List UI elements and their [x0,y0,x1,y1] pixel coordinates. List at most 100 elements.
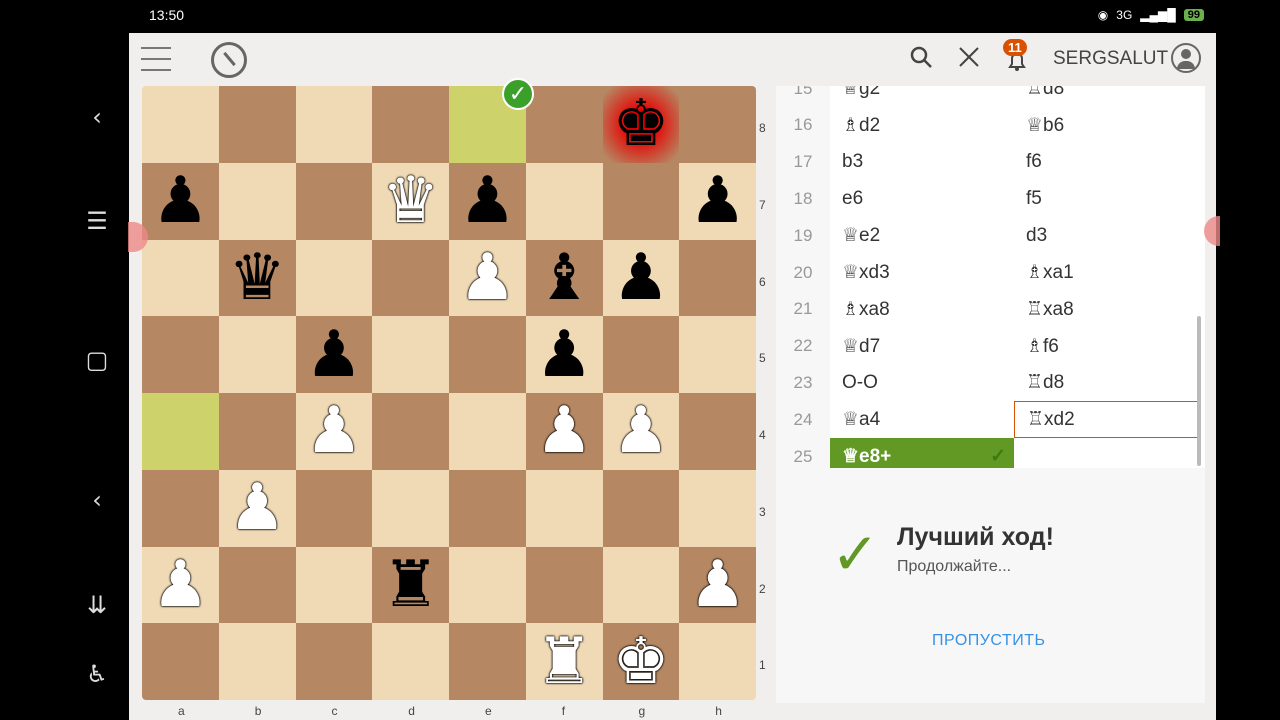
square-a7[interactable]: ♟ [142,162,219,240]
square-a1[interactable] [142,623,219,700]
square-g3[interactable] [602,469,680,547]
square-b1[interactable] [218,623,296,700]
square-e6[interactable]: ♟ [449,239,526,317]
square-f6[interactable]: ♝ [525,239,603,317]
black-move[interactable]: d3 [1014,217,1198,254]
square-d8[interactable] [372,86,449,163]
black-move[interactable]: ♕b6 [1014,107,1198,144]
square-f7[interactable] [525,162,603,240]
square-c6[interactable] [295,239,373,317]
square-g8[interactable]: ♚ [602,86,680,163]
white-pawn-icon[interactable]: ♟ [152,553,209,617]
white-move[interactable]: ♕d7 [830,328,1014,365]
white-pawn-icon[interactable]: ♟ [305,399,362,463]
square-e2[interactable] [449,546,526,624]
square-d2[interactable]: ♜ [372,546,449,624]
square-h7[interactable]: ♟ [679,162,756,240]
square-c8[interactable] [295,86,373,163]
menu-icon[interactable]: ☰ [80,204,114,238]
black-pawn-icon[interactable]: ♟ [152,169,209,233]
black-pawn-icon[interactable]: ♟ [459,169,516,233]
chess-board[interactable]: ♚ ♟ ♛ ♟ ♟ ♛ ♟ ♝ ♟ ♟ ♟ ♟ ♟ ♟ ♟ ♟ ♜ ♟ ♜ ♚ [142,86,756,700]
square-b6[interactable]: ♛ [218,239,296,317]
black-move[interactable]: ♗xa1 [1014,254,1198,291]
black-move[interactable]: ♖d8 [1014,86,1198,107]
square-e4[interactable] [449,393,526,470]
black-pawn-icon[interactable]: ♟ [612,246,669,310]
white-pawn-icon[interactable]: ♟ [612,399,669,463]
white-move[interactable]: e6 [830,180,1014,217]
white-pawn-icon[interactable]: ♟ [459,246,516,310]
square-c3[interactable] [295,469,373,547]
square-a3[interactable] [142,469,219,547]
square-e7[interactable]: ♟ [449,162,526,240]
square-h8[interactable] [679,86,756,163]
square-h4[interactable] [679,393,756,470]
square-a5[interactable] [142,316,219,393]
white-move[interactable]: ♕g2 [830,86,1014,107]
white-move[interactable]: ♗d2 [830,107,1014,144]
white-move[interactable]: ♕xd3 [830,254,1014,291]
square-b5[interactable] [218,316,296,393]
square-b7[interactable] [218,162,296,240]
accessibility-icon[interactable]: ♿ [80,657,114,691]
white-move[interactable]: b3 [830,144,1014,181]
square-b8[interactable] [218,86,296,163]
white-move[interactable]: ♕e8+ ✓ [830,438,1014,468]
black-move[interactable]: ♖xd2 [1014,401,1198,439]
white-rook-icon[interactable]: ♜ [535,630,592,694]
black-move[interactable]: ♗f6 [1014,328,1198,365]
scrollbar[interactable] [1197,316,1201,466]
square-d1[interactable] [372,623,449,700]
back-arrow-icon[interactable]: ‹ [80,483,114,517]
black-king-icon[interactable]: ♚ [612,92,669,156]
square-d6[interactable] [372,239,449,317]
square-d7[interactable]: ♛ [372,162,449,240]
square-f4[interactable]: ♟ [525,393,603,470]
black-move[interactable]: ♖xa8 [1014,291,1198,328]
swords-icon[interactable] [957,45,981,75]
square-e5[interactable] [449,316,526,393]
white-pawn-icon[interactable]: ♟ [689,553,746,617]
white-pawn-icon[interactable]: ♟ [535,399,592,463]
black-pawn-icon[interactable]: ♟ [689,169,746,233]
square-c4[interactable]: ♟ [295,393,373,470]
square-g5[interactable] [602,316,680,393]
square-h2[interactable]: ♟ [679,546,756,624]
square-f2[interactable] [525,546,603,624]
black-bishop-icon[interactable]: ♝ [535,246,592,310]
black-move[interactable]: f5 [1014,180,1198,217]
home-icon[interactable]: ▢ [80,343,114,377]
square-g6[interactable]: ♟ [602,239,680,317]
square-f3[interactable] [525,469,603,547]
hamburger-menu-icon[interactable] [141,47,171,71]
square-a6[interactable] [142,239,219,317]
white-move[interactable]: ♕e2 [830,217,1014,254]
square-h5[interactable] [679,316,756,393]
username[interactable]: SERGSALUT [1053,48,1168,70]
moves-list[interactable]: 15 ♕g2 ♖d8 16 ♗d2 ♕b6 17 b3 f6 18 e6 f5 19 ♕e2 d3 20 ♕xd… [776,86,1205,468]
square-e1[interactable] [449,623,526,700]
square-g2[interactable] [602,546,680,624]
download-icon[interactable]: ⇊ [80,588,114,622]
square-d4[interactable] [372,393,449,470]
black-rook-icon[interactable]: ♜ [382,553,439,617]
square-g1[interactable]: ♚ [602,623,680,700]
white-move[interactable]: O-O [830,364,1014,401]
square-c1[interactable] [295,623,373,700]
white-pawn-icon[interactable]: ♟ [228,476,285,540]
square-g4[interactable]: ♟ [602,393,680,470]
square-b2[interactable] [218,546,296,624]
black-pawn-icon[interactable]: ♟ [305,323,362,387]
white-move[interactable]: ♕a4 [830,401,1014,438]
square-h1[interactable] [679,623,756,700]
square-d5[interactable] [372,316,449,393]
square-a4[interactable] [142,393,219,470]
back-icon[interactable]: ‹ [80,100,114,134]
square-c7[interactable] [295,162,373,240]
square-d3[interactable] [372,469,449,547]
square-c5[interactable]: ♟ [295,316,373,393]
square-f8[interactable] [525,86,603,163]
black-pawn-icon[interactable]: ♟ [535,323,592,387]
white-queen-icon[interactable]: ♛ [382,169,439,233]
